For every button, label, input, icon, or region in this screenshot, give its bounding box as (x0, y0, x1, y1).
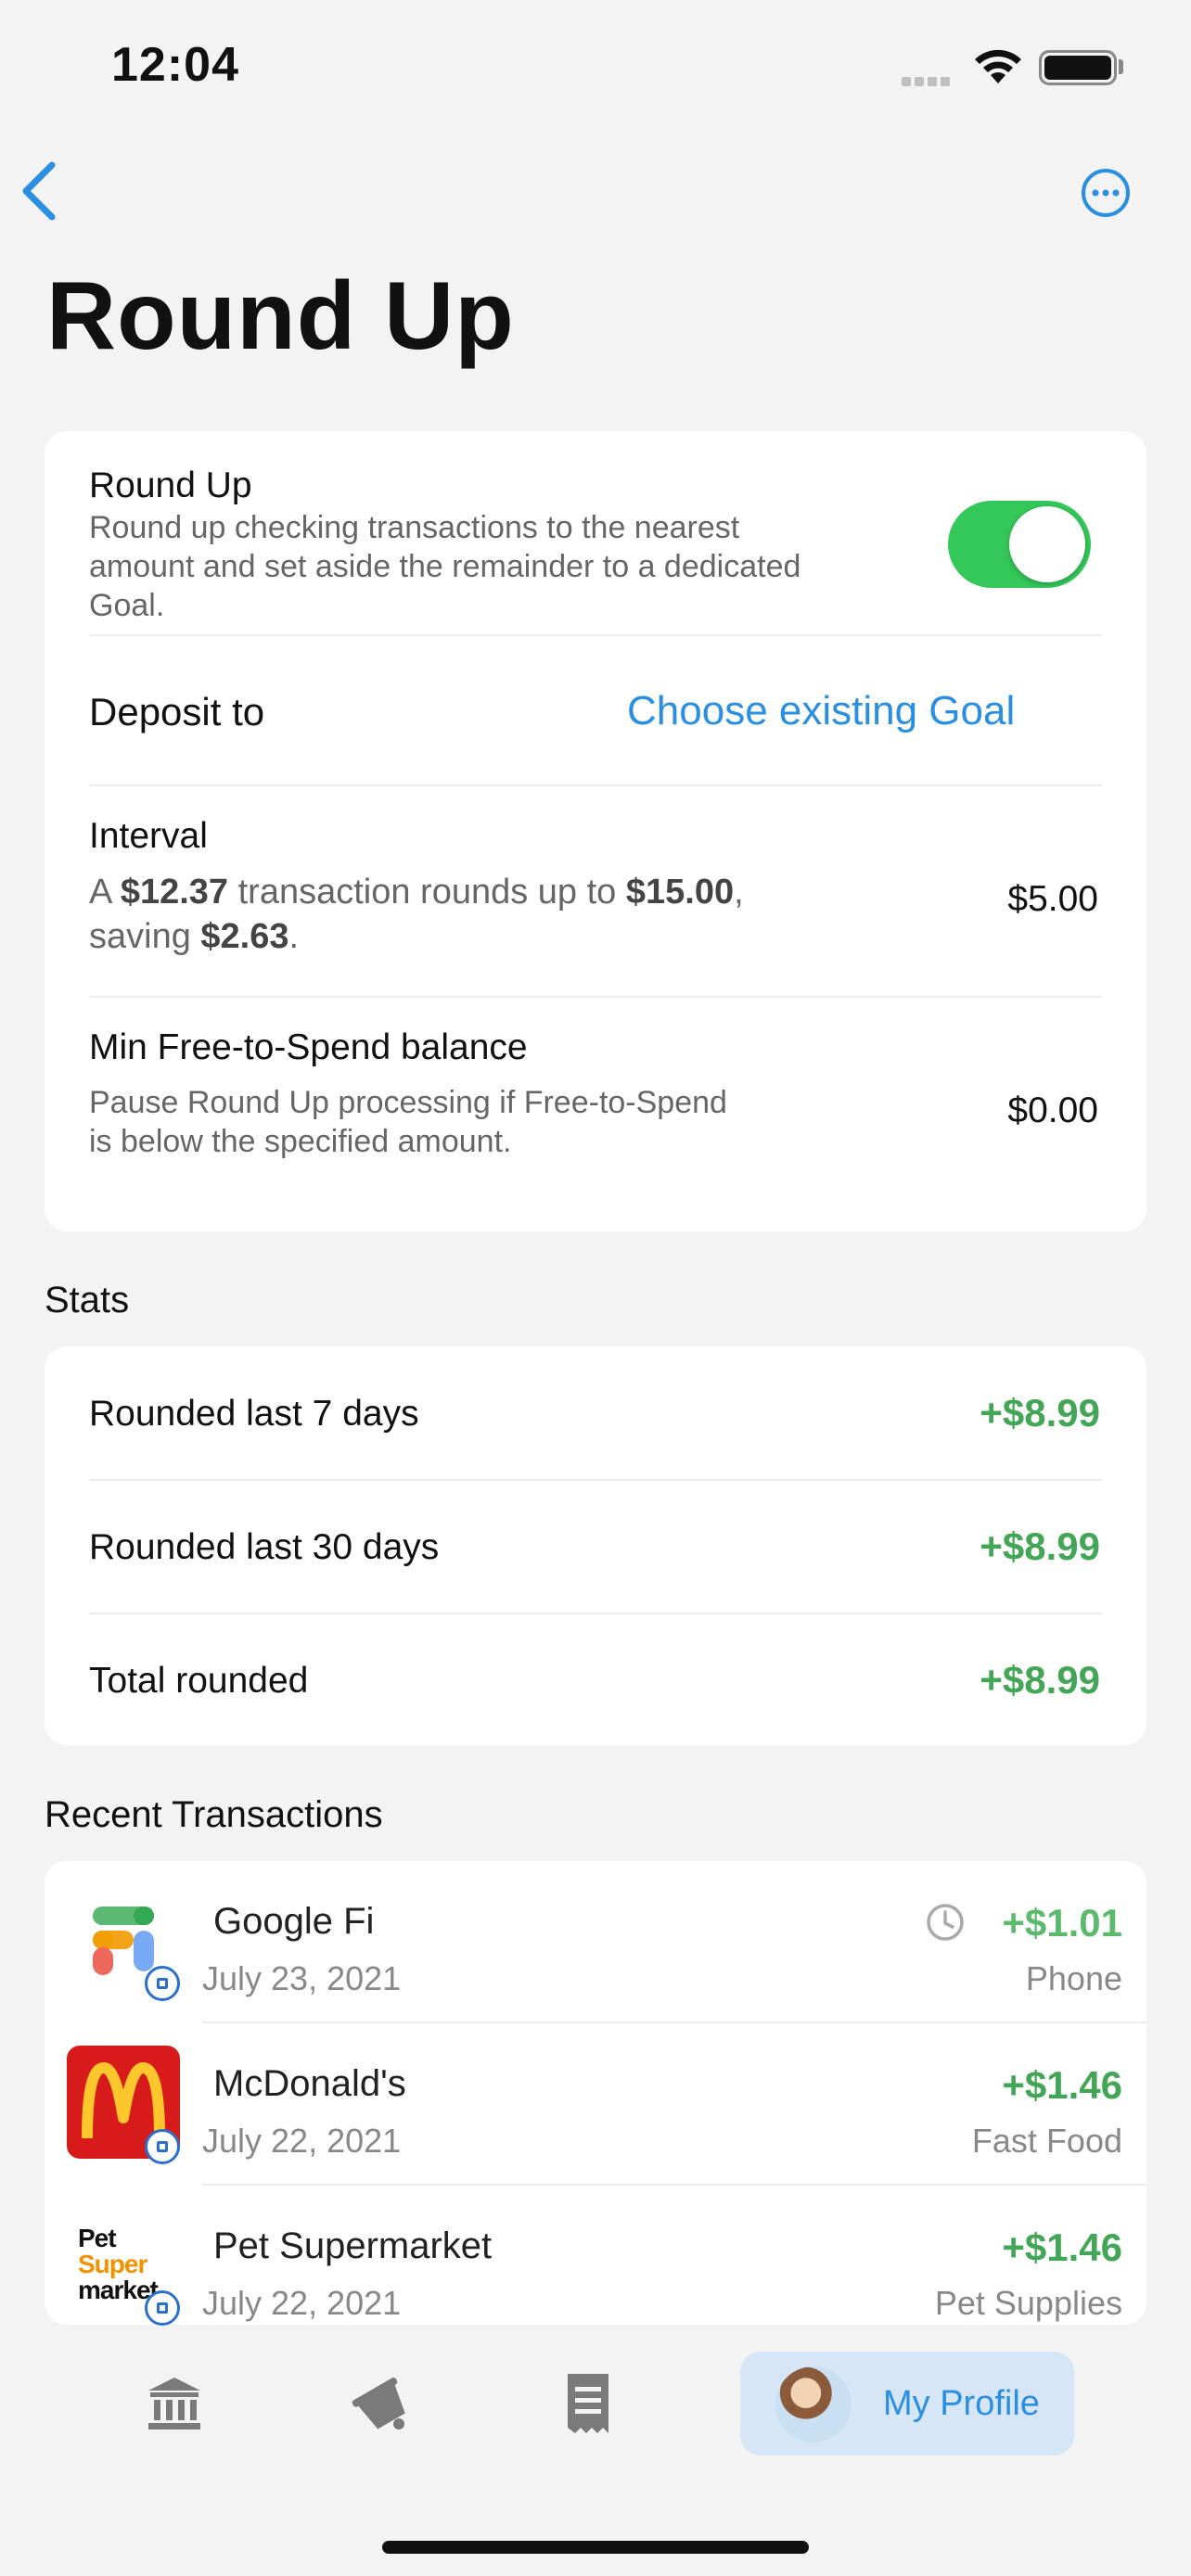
min-free-to-spend-description-line2: is below the specified amount. (89, 1124, 512, 1159)
transaction-amount: +$1.46 (1002, 2225, 1122, 2269)
interval-label: Interval (89, 816, 208, 856)
transaction-row[interactable] (45, 1861, 1146, 2023)
transaction-category: Fast Food (971, 2122, 1122, 2160)
home-indicator (382, 2541, 809, 2554)
receipt-tab-icon[interactable] (562, 2372, 614, 2435)
stat-value-total: +$8.99 (980, 1658, 1100, 1702)
divider (89, 1479, 1102, 1481)
round-up-description-line1: Round up checking transactions to the ne… (89, 510, 740, 545)
transaction-name: McDonald's (213, 2063, 406, 2104)
transaction-name: Google Fi (213, 1901, 375, 1942)
transaction-category: Pet Supplies (934, 2284, 1122, 2322)
avatar (775, 2366, 852, 2442)
bank-badge-icon (145, 1966, 180, 2001)
my-profile-tab-label: My Profile (883, 2384, 1040, 2423)
transaction-name: Pet Supermarket (213, 2225, 493, 2266)
stat-value-30-days: +$8.99 (980, 1524, 1100, 1568)
recent-transactions-heading: Recent Transactions (45, 1794, 383, 1835)
transaction-amount: +$1.01 (1002, 1901, 1122, 1945)
bank-badge-icon (145, 2290, 180, 2326)
bank-badge-icon (145, 2129, 180, 2164)
toggle-knob (1009, 506, 1085, 582)
back-chevron-icon[interactable] (15, 158, 67, 224)
stat-label-30-days: Rounded last 30 days (89, 1527, 440, 1567)
interval-description: A $12.37 transaction rounds up to $15.00… (89, 873, 744, 956)
transaction-date: July 22, 2021 (202, 2284, 402, 2322)
cellular-signal-icon (902, 74, 957, 86)
status-time: 12:04 (111, 38, 239, 92)
round-up-label: Round Up (89, 465, 252, 505)
min-free-to-spend-label: Min Free-to-Spend balance (89, 1027, 528, 1067)
transaction-row[interactable] (45, 2023, 1146, 2186)
battery-icon (1039, 50, 1117, 85)
page-title: Round Up (46, 262, 515, 370)
wifi-icon (975, 49, 1021, 83)
stat-label-total: Total rounded (89, 1661, 309, 1701)
round-up-description-line2: amount and set aside the remainder to a … (89, 549, 801, 584)
deposit-to-label: Deposit to (89, 690, 265, 733)
more-options-icon[interactable] (1080, 167, 1132, 219)
bank-tab-icon[interactable] (145, 2374, 204, 2433)
transaction-category: Phone (1025, 1959, 1122, 1997)
stat-value-7-days: +$8.99 (980, 1391, 1100, 1435)
pending-clock-icon (927, 1904, 964, 1941)
transaction-date: July 23, 2021 (202, 1959, 402, 1997)
round-up-description-line3: Goal. (89, 588, 165, 623)
choose-existing-goal-link[interactable]: Choose existing Goal (627, 688, 1015, 734)
divider (89, 634, 1102, 636)
divider (89, 996, 1102, 998)
goals-bucket-tab-icon[interactable] (351, 2374, 412, 2433)
interval-value[interactable]: $5.00 (1007, 879, 1098, 920)
transaction-date: July 22, 2021 (202, 2122, 402, 2160)
transaction-amount: +$1.46 (1002, 2063, 1122, 2107)
divider (89, 784, 1102, 786)
divider (89, 1613, 1102, 1614)
round-up-toggle[interactable] (948, 501, 1091, 588)
stat-label-7-days: Rounded last 7 days (89, 1394, 419, 1434)
stats-heading: Stats (45, 1280, 130, 1320)
battery-tip (1119, 59, 1123, 74)
min-free-to-spend-value[interactable]: $0.00 (1007, 1090, 1098, 1131)
min-free-to-spend-description-line1: Pause Round Up processing if Free-to-Spe… (89, 1085, 727, 1120)
